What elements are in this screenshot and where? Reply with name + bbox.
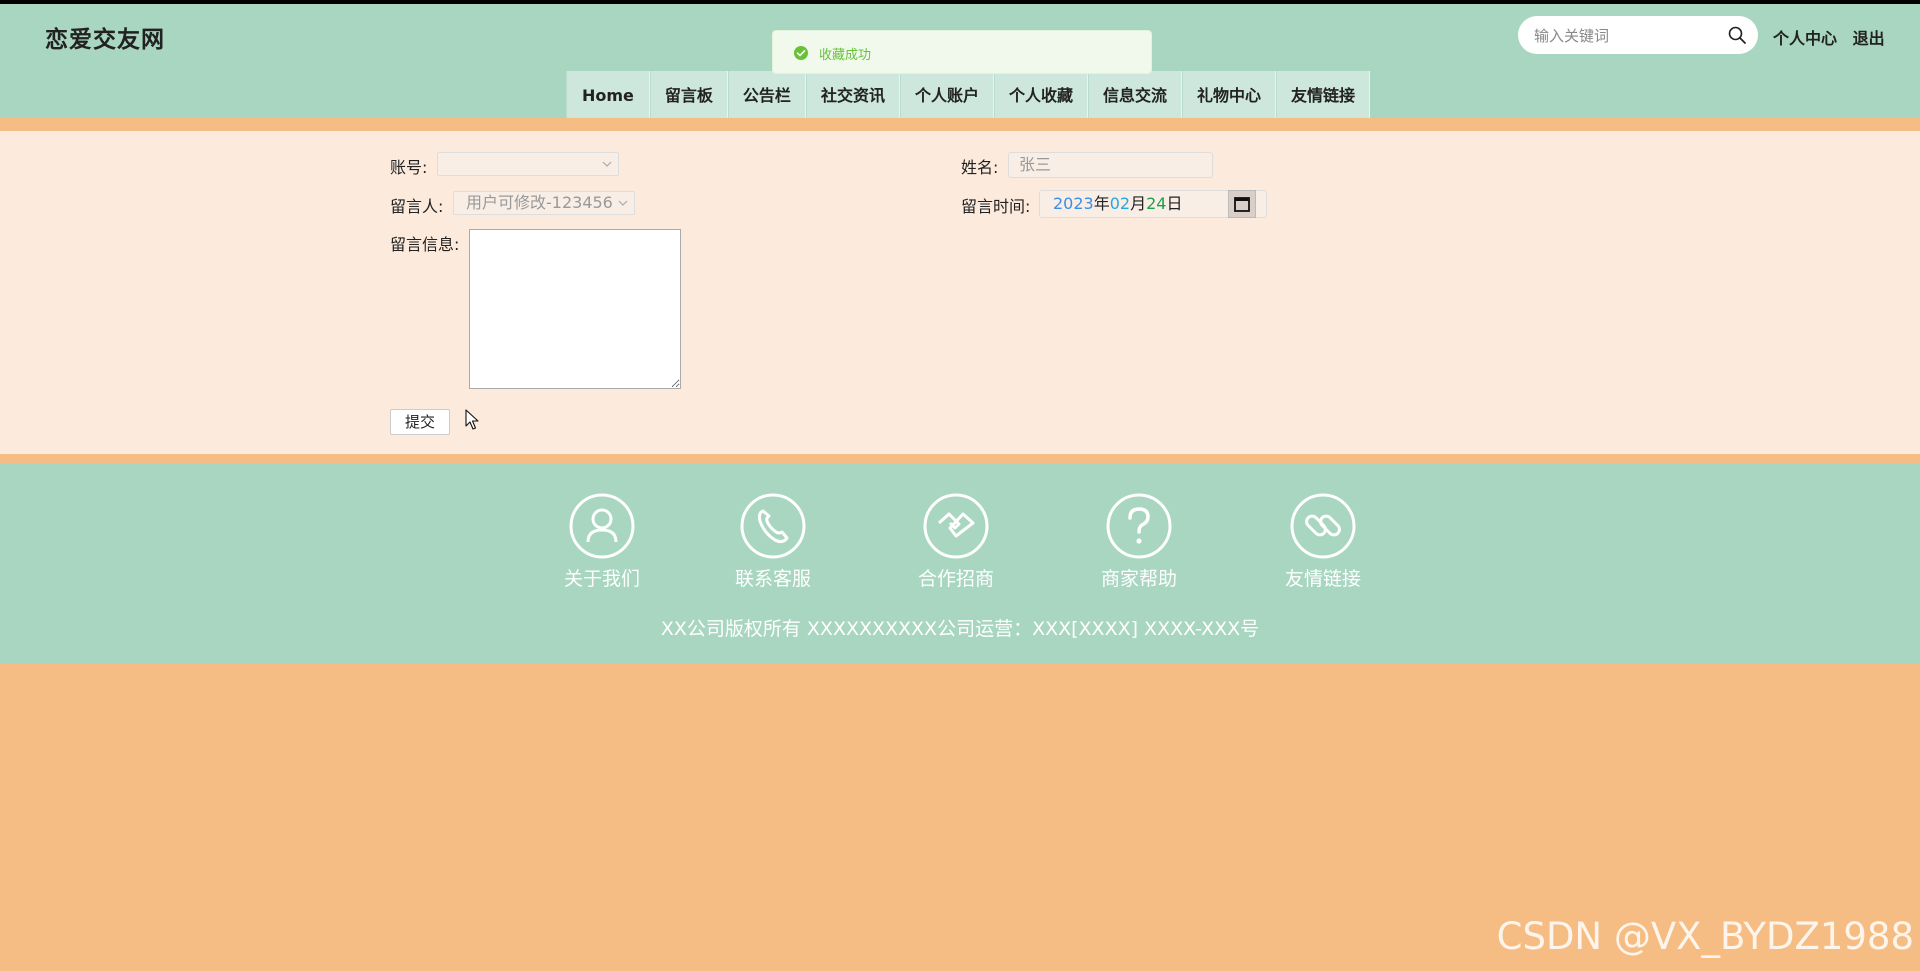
date-month-unit: 月 bbox=[1130, 194, 1147, 213]
footer-label-about: 关于我们 bbox=[563, 568, 640, 590]
main-nav: Home 留言板 公告栏 社交资讯 个人账户 个人收藏 信息交流 礼物中心 友情… bbox=[566, 71, 1371, 121]
account-label: 账号: bbox=[390, 158, 428, 177]
footer-label-partnership: 合作招商 bbox=[917, 568, 994, 590]
account-select[interactable] bbox=[437, 152, 619, 176]
nav-item-gift-center[interactable]: 礼物中心 bbox=[1182, 71, 1277, 121]
nav-item-social-news[interactable]: 社交资讯 bbox=[805, 71, 900, 121]
link-icon bbox=[1290, 493, 1356, 559]
chevron-down-icon bbox=[602, 161, 612, 167]
message-form: 账号: 姓名: 张三 留言人: 用户可修改-123456 留言时间: 2023年… bbox=[0, 131, 1920, 454]
calendar-button[interactable] bbox=[1228, 190, 1256, 218]
nav-item-friend-links[interactable]: 友情链接 bbox=[1276, 71, 1371, 121]
author-value: 用户可修改-123456 bbox=[466, 193, 613, 212]
nav-item-message-board[interactable]: 留言板 bbox=[649, 71, 728, 121]
date-day-unit: 日 bbox=[1166, 194, 1183, 213]
nav-item-home[interactable]: Home bbox=[566, 71, 650, 121]
phone-icon bbox=[740, 493, 806, 559]
message-label: 留言信息: bbox=[390, 235, 460, 254]
nav-item-favorites[interactable]: 个人收藏 bbox=[993, 71, 1088, 121]
search-input[interactable] bbox=[1532, 22, 1726, 50]
site-logo[interactable]: 恋爱交友网 bbox=[45, 20, 165, 54]
toast-message: 收藏成功 bbox=[819, 48, 872, 63]
message-textarea[interactable] bbox=[469, 229, 681, 389]
copyright-text: XX公司版权所有 XXXXXXXXXX公司运营：XXX[XXXX] XXXX-X… bbox=[660, 618, 1260, 640]
name-field[interactable]: 张三 bbox=[1008, 152, 1213, 178]
chevron-down-icon bbox=[618, 200, 628, 206]
footer-item-merchant-help[interactable]: 商家帮助 bbox=[1079, 492, 1199, 591]
author-select[interactable]: 用户可修改-123456 bbox=[453, 191, 635, 215]
site-footer: 关于我们 联系客服 合作招商 商家帮助 友情链接 XX公司版权所有 XXXXXX… bbox=[0, 464, 1920, 664]
user-links: 个人中心 退出 bbox=[1773, 25, 1895, 49]
time-label: 留言时间: bbox=[961, 197, 1031, 216]
footer-item-friend-links[interactable]: 友情链接 bbox=[1263, 492, 1383, 591]
mouse-cursor-icon bbox=[465, 409, 479, 430]
check-circle-icon bbox=[794, 46, 808, 60]
handshake-icon bbox=[923, 493, 989, 559]
success-toast: 收藏成功 bbox=[772, 30, 1152, 74]
footer-label-friend-links: 友情链接 bbox=[1284, 568, 1361, 590]
logout-link[interactable]: 退出 bbox=[1853, 29, 1885, 48]
nav-item-account[interactable]: 个人账户 bbox=[899, 71, 994, 121]
footer-label-support: 联系客服 bbox=[734, 568, 811, 590]
search-icon[interactable] bbox=[1727, 25, 1747, 45]
author-label: 留言人: bbox=[390, 197, 444, 216]
footer-item-about[interactable]: 关于我们 bbox=[542, 492, 662, 591]
orange-divider-top bbox=[0, 118, 1920, 131]
csdn-watermark: CSDN @VX_BYDZ1988 bbox=[1496, 915, 1914, 958]
user-center-link[interactable]: 个人中心 bbox=[1773, 29, 1837, 48]
calendar-icon bbox=[1234, 197, 1250, 212]
search-box bbox=[1518, 16, 1758, 54]
footer-label-merchant-help: 商家帮助 bbox=[1100, 568, 1177, 590]
date-day: 24 bbox=[1146, 194, 1167, 213]
footer-item-support[interactable]: 联系客服 bbox=[713, 492, 833, 591]
question-icon bbox=[1106, 493, 1172, 559]
date-year: 2023 bbox=[1053, 194, 1094, 213]
nav-item-info-exchange[interactable]: 信息交流 bbox=[1087, 71, 1182, 121]
date-month: 02 bbox=[1109, 194, 1131, 213]
footer-item-partnership[interactable]: 合作招商 bbox=[896, 492, 1016, 591]
date-year-unit: 年 bbox=[1093, 194, 1110, 213]
nav-item-notice[interactable]: 公告栏 bbox=[727, 71, 806, 121]
name-label: 姓名: bbox=[961, 158, 999, 177]
user-icon bbox=[569, 493, 635, 559]
orange-divider-bottom bbox=[0, 454, 1920, 464]
submit-button[interactable]: 提交 bbox=[390, 409, 450, 435]
